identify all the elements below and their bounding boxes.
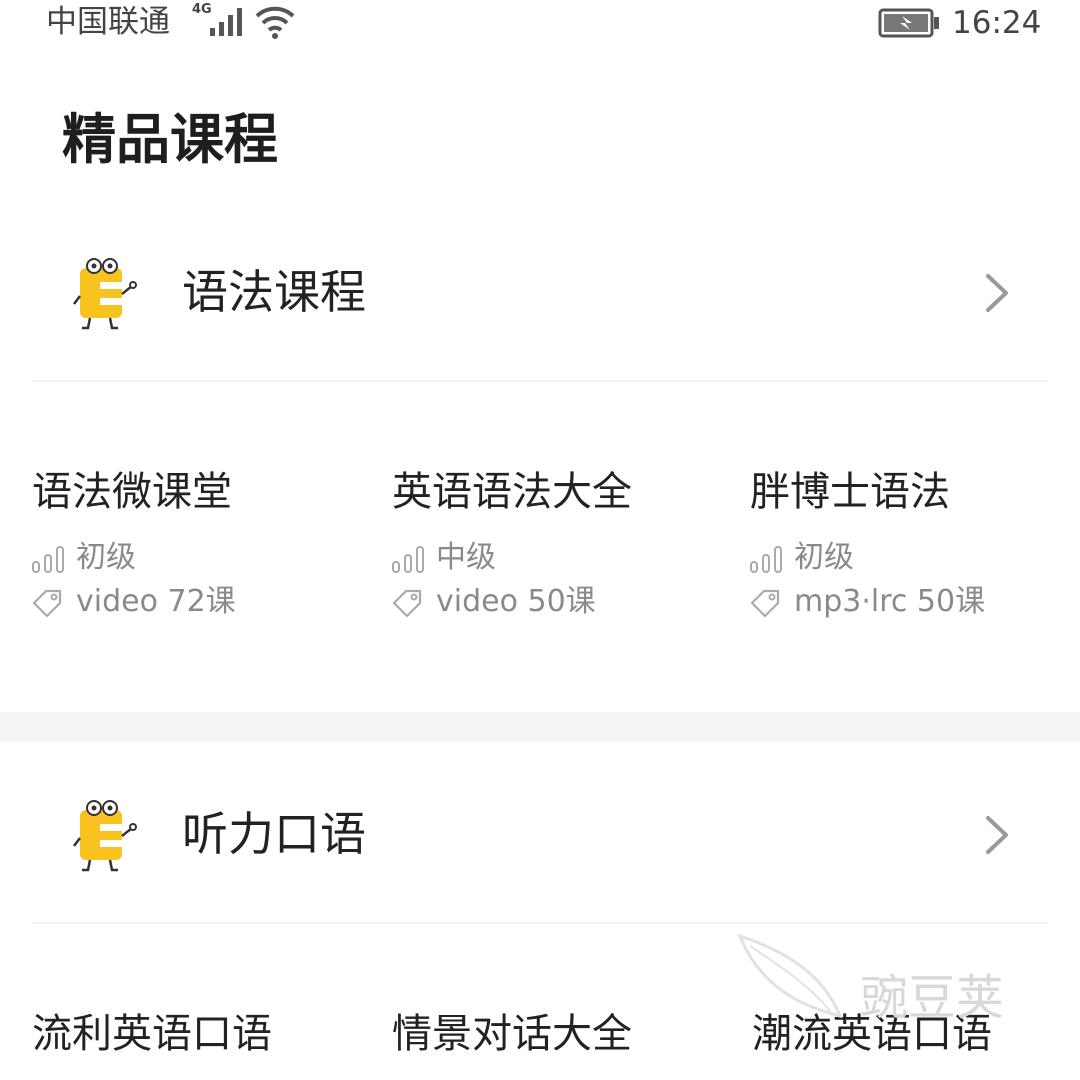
- mascot-icon: [73, 800, 137, 872]
- signal-icon: [210, 8, 242, 36]
- chevron-right-icon[interactable]: [982, 272, 1012, 314]
- course-card[interactable]: 语法微课堂 初级 video 72课: [32, 466, 372, 624]
- screen: 中国联通 4G 16:24 精品课程 语法课程 语法微课堂 初级 video 7…: [0, 0, 1080, 1080]
- format-label: mp3·lrc 50课: [794, 584, 986, 619]
- level-label: 初级: [76, 540, 136, 575]
- course-level: 初级: [750, 536, 1080, 580]
- status-bar: 中国联通 4G 16:24: [0, 0, 1080, 50]
- category-header-grammar[interactable]: 语法课程: [0, 232, 1080, 352]
- course-card[interactable]: 胖博士语法 初级 mp3·lrc 50课: [750, 466, 1080, 624]
- format-label: video 50课: [436, 584, 596, 619]
- course-card[interactable]: 情景对话大全: [392, 1008, 732, 1060]
- course-title: 情景对话大全: [392, 1011, 632, 1057]
- tag-icon: [392, 589, 422, 618]
- course-format: video 72课: [32, 580, 372, 624]
- battery-charging-icon: [878, 8, 939, 38]
- course-title: 潮流英语口语: [752, 1011, 992, 1057]
- chevron-right-icon[interactable]: [982, 814, 1012, 856]
- course-level: 初级: [32, 536, 372, 580]
- level-bars-icon: [392, 546, 424, 573]
- category-title: 听力口语: [182, 807, 366, 861]
- tag-icon: [32, 589, 62, 618]
- clock: 16:24: [952, 5, 1042, 41]
- course-level: 中级: [392, 536, 732, 580]
- level-label: 中级: [436, 540, 496, 575]
- wifi-icon: [255, 6, 295, 39]
- level-bars-icon: [750, 546, 782, 573]
- format-label: video 72课: [76, 584, 236, 619]
- mascot-icon: [73, 258, 137, 330]
- tag-icon: [750, 589, 780, 618]
- page-title: 精品课程: [62, 108, 278, 171]
- category-header-listening[interactable]: 听力口语: [0, 774, 1080, 894]
- course-card[interactable]: 流利英语口语: [32, 1008, 372, 1060]
- section-separator: [0, 712, 1080, 742]
- course-format: mp3·lrc 50课: [750, 580, 1080, 624]
- course-title: 胖博士语法: [750, 469, 950, 515]
- divider: [32, 922, 1048, 924]
- course-card[interactable]: 潮流英语口语: [752, 1008, 1080, 1060]
- course-format: video 50课: [392, 580, 732, 624]
- carrier-name: 中国联通: [46, 4, 170, 40]
- level-bars-icon: [32, 546, 64, 573]
- course-title: 流利英语口语: [32, 1011, 272, 1057]
- course-title: 英语语法大全: [392, 469, 632, 515]
- level-label: 初级: [794, 540, 854, 575]
- divider: [32, 380, 1048, 382]
- course-title: 语法微课堂: [32, 469, 232, 515]
- course-card[interactable]: 英语语法大全 中级 video 50课: [392, 466, 732, 624]
- category-title: 语法课程: [182, 265, 366, 319]
